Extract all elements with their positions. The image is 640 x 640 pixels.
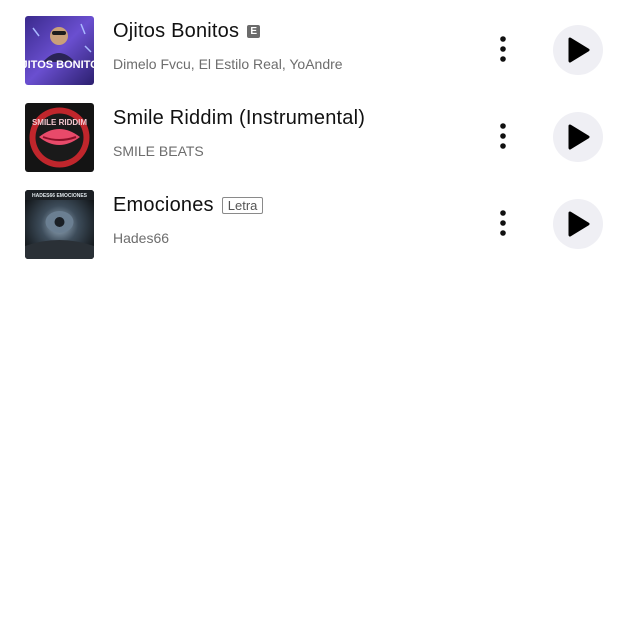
song-title: Ojitos Bonitos — [113, 20, 240, 42]
lyrics-badge: Letra — [221, 197, 264, 214]
song-artists: SMILE BEATS — [113, 143, 204, 159]
play-button[interactable] — [553, 112, 603, 162]
more-options-button[interactable] — [490, 122, 516, 152]
play-icon — [568, 37, 590, 63]
title-line: Smile Riddim (Instrumental) — [113, 107, 365, 130]
title-line: Ojitos Bonitos E — [113, 20, 261, 43]
song-row[interactable]: SMILE RIDDIM Smile Riddim (Instrumental)… — [0, 99, 640, 179]
album-artwork[interactable]: HADES66 EMOCIONES — [25, 190, 94, 259]
title-line: Emociones Letra — [113, 194, 264, 217]
song-title: Smile Riddim (Instrumental) — [113, 107, 366, 129]
artwork-text: SMILE RIDDIM — [32, 118, 87, 127]
song-artists: Dimelo Fvcu, El Estilo Real, YoAndre — [113, 56, 343, 72]
song-row[interactable]: HADES66 EMOCIONES Emociones Letra Hades6… — [0, 186, 640, 266]
song-title: Emociones — [113, 194, 214, 216]
song-row[interactable]: OJITOS BONITOS Ojitos Bonitos E Dimelo F… — [0, 12, 640, 92]
artwork-text: OJITOS BONITOS — [25, 59, 94, 71]
more-vertical-icon — [500, 210, 506, 236]
more-vertical-icon — [500, 123, 506, 149]
explicit-badge: E — [247, 25, 261, 38]
artwork-text: HADES66 EMOCIONES — [32, 193, 88, 199]
more-options-button[interactable] — [490, 209, 516, 239]
more-options-button[interactable] — [490, 35, 516, 65]
play-button[interactable] — [553, 25, 603, 75]
album-artwork[interactable]: SMILE RIDDIM — [25, 103, 94, 172]
song-artists: Hades66 — [113, 230, 170, 246]
play-icon — [568, 211, 590, 237]
play-icon — [568, 124, 590, 150]
album-artwork[interactable]: OJITOS BONITOS — [25, 16, 94, 85]
more-vertical-icon — [500, 36, 506, 62]
play-button[interactable] — [553, 199, 603, 249]
